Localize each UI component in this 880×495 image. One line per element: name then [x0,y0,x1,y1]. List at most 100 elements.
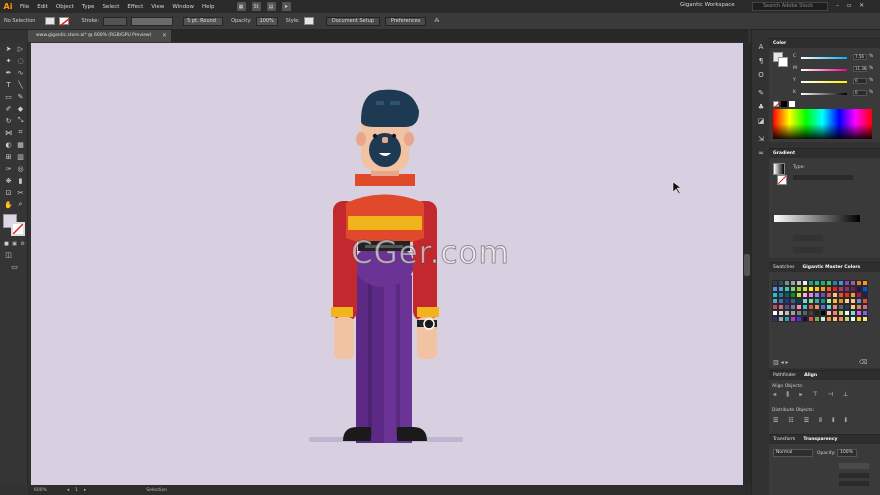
brush-definition[interactable]: 5 pt. Round [183,16,224,26]
align-bottom-icon[interactable]: ⊥ [843,391,848,399]
transparency-opacity-field[interactable]: 100% [837,449,857,457]
mesh-tool-icon[interactable]: ⊞ [4,152,13,161]
stock-icon[interactable]: St [251,2,261,11]
vertical-scroll-thumb[interactable] [744,254,750,276]
zoom-tool-icon[interactable]: ⌕ [16,200,25,209]
close-button[interactable]: ✕ [859,2,864,9]
menu-select[interactable]: Select [98,4,123,10]
tab-swatches[interactable]: Swatches [773,263,795,272]
bridge-icon[interactable]: ▦ [236,2,246,11]
white-swatch[interactable] [789,101,795,107]
drawing-modes-icon[interactable]: ◫ [4,250,13,259]
variable-width-profile[interactable] [131,16,174,26]
tab-gigantic-master-colors[interactable]: Gigantic Master Colors [803,263,861,272]
menu-object[interactable]: Object [52,4,78,10]
hand-tool-icon[interactable]: ✋ [4,200,13,209]
eraser-tool-icon[interactable]: ◆ [16,104,25,113]
black-swatch[interactable] [781,101,787,107]
none-mode-icon[interactable]: ⊘ [18,239,27,248]
brushes-panel-icon[interactable]: ✎ [756,88,766,97]
direct-selection-tool-icon[interactable]: ▷ [16,44,25,53]
close-tab-icon[interactable]: ✕ [162,30,167,42]
opacity-field[interactable]: 100% [255,16,278,26]
tab-align[interactable]: Align [804,371,817,380]
character-panel-icon[interactable]: ¶ [756,56,766,65]
invert-mask-checkbox[interactable] [839,481,869,486]
align-right-icon[interactable]: ⫸ [799,391,802,399]
gradient-preview[interactable] [773,163,785,175]
menu-type[interactable]: Type [78,4,99,10]
links-panel-icon[interactable]: ∞ [756,148,766,157]
tab-pathfinder[interactable]: Pathfinder [773,371,796,380]
slice-tool-icon[interactable]: ✂ [16,188,25,197]
gradient-panel-title[interactable]: Gradient [773,149,795,158]
magenta-value[interactable]: 11.36 [853,66,867,72]
arrange-documents-icon[interactable]: ▤ [266,2,276,11]
rectangle-tool-icon[interactable]: ▭ [4,92,13,101]
symbol-sprayer-tool-icon[interactable]: ❋ [4,176,13,185]
graphic-styles-panel-icon[interactable]: ◪ [756,116,766,125]
selection-tool-icon[interactable]: ➤ [4,44,13,53]
artboard-navigation-next-icon[interactable]: ▸ [84,488,86,493]
artboard-canvas[interactable]: CGer.com [31,43,743,485]
document-tab[interactable]: www.gigantic.store.ai* @ 600% (RGB/GPU P… [28,30,171,42]
menu-window[interactable]: Window [168,4,198,10]
delete-swatch-icon[interactable]: ⌫ [859,359,867,366]
gradient-tool-icon[interactable]: ▥ [16,152,25,161]
preferences-button[interactable]: Preferences [384,16,427,26]
color-panel-title[interactable]: Color [773,39,786,48]
shape-builder-tool-icon[interactable]: ◐ [4,140,13,149]
stock-search-input[interactable]: Search Adobe Stock [752,2,828,11]
stroke-color-box[interactable] [11,222,25,236]
minimize-button[interactable]: – [836,2,839,9]
width-tool-icon[interactable]: ⋈ [4,128,13,137]
opentype-panel-icon[interactable]: O [756,70,766,79]
black-value[interactable]: 0 [853,90,867,96]
distribute-hcenter-icon[interactable]: ⦀ [832,417,835,425]
tab-transform[interactable]: Transform [773,435,795,444]
zoom-level[interactable]: 600% [34,488,47,493]
line-segment-tool-icon[interactable]: ╲ [16,80,25,89]
paintbrush-tool-icon[interactable]: ✎ [16,92,25,101]
yellow-slider[interactable] [801,81,847,83]
tab-transparency[interactable]: Transparency [803,435,837,444]
black-slider[interactable] [801,93,847,95]
align-hcenter-icon[interactable]: ⫼ [786,391,789,399]
gradient-stroke-box[interactable] [777,175,787,185]
align-top-icon[interactable]: ⊤ [813,391,818,399]
symbols-panel-icon[interactable]: ♣ [756,102,766,111]
stroke-swatch[interactable] [59,17,71,26]
make-mask-button[interactable] [839,463,869,469]
curvature-tool-icon[interactable]: ∿ [16,68,25,77]
blend-mode-select[interactable]: Normal [773,449,813,457]
menu-file[interactable]: File [16,4,33,10]
screen-mode-icon[interactable]: ▭ [10,262,19,271]
workspace-switcher[interactable]: Gigantic Workspace [680,2,735,8]
perspective-grid-tool-icon[interactable]: ▦ [16,140,25,149]
menu-view[interactable]: View [147,4,168,10]
gradient-slider[interactable] [774,215,860,222]
type-tool-icon[interactable]: T [4,80,13,89]
graphic-style-swatch[interactable] [303,17,314,25]
blend-tool-icon[interactable]: ◎ [16,164,25,173]
color-panel-icon[interactable]: A [756,42,766,51]
distribute-vcenter-icon[interactable]: ☷ [788,417,793,425]
gradient-stroke-options[interactable] [793,175,853,180]
none-swatch-icon[interactable] [773,101,780,108]
stroke-weight-field[interactable] [103,16,128,26]
eyedropper-tool-icon[interactable]: ✑ [4,164,13,173]
color-swatch[interactable] [862,316,868,322]
color-stroke-box[interactable] [778,57,788,67]
distribute-bottom-icon[interactable]: ☰ [804,417,809,425]
artboard-navigation-prev-icon[interactable]: ◂ [67,488,69,493]
export-panel-icon[interactable]: ⇲ [756,134,766,143]
magenta-slider[interactable] [801,69,847,71]
cyan-value[interactable]: 7.56 [853,54,867,60]
vertical-scrollbar[interactable] [743,42,751,485]
distribute-right-icon[interactable]: ⦀ [844,417,847,425]
lasso-tool-icon[interactable]: ◌ [16,56,25,65]
artboard-number[interactable]: 1 [75,488,78,493]
gradient-location-field[interactable] [793,247,823,253]
shaper-tool-icon[interactable]: ✐ [4,104,13,113]
magic-wand-tool-icon[interactable]: ✦ [4,56,13,65]
